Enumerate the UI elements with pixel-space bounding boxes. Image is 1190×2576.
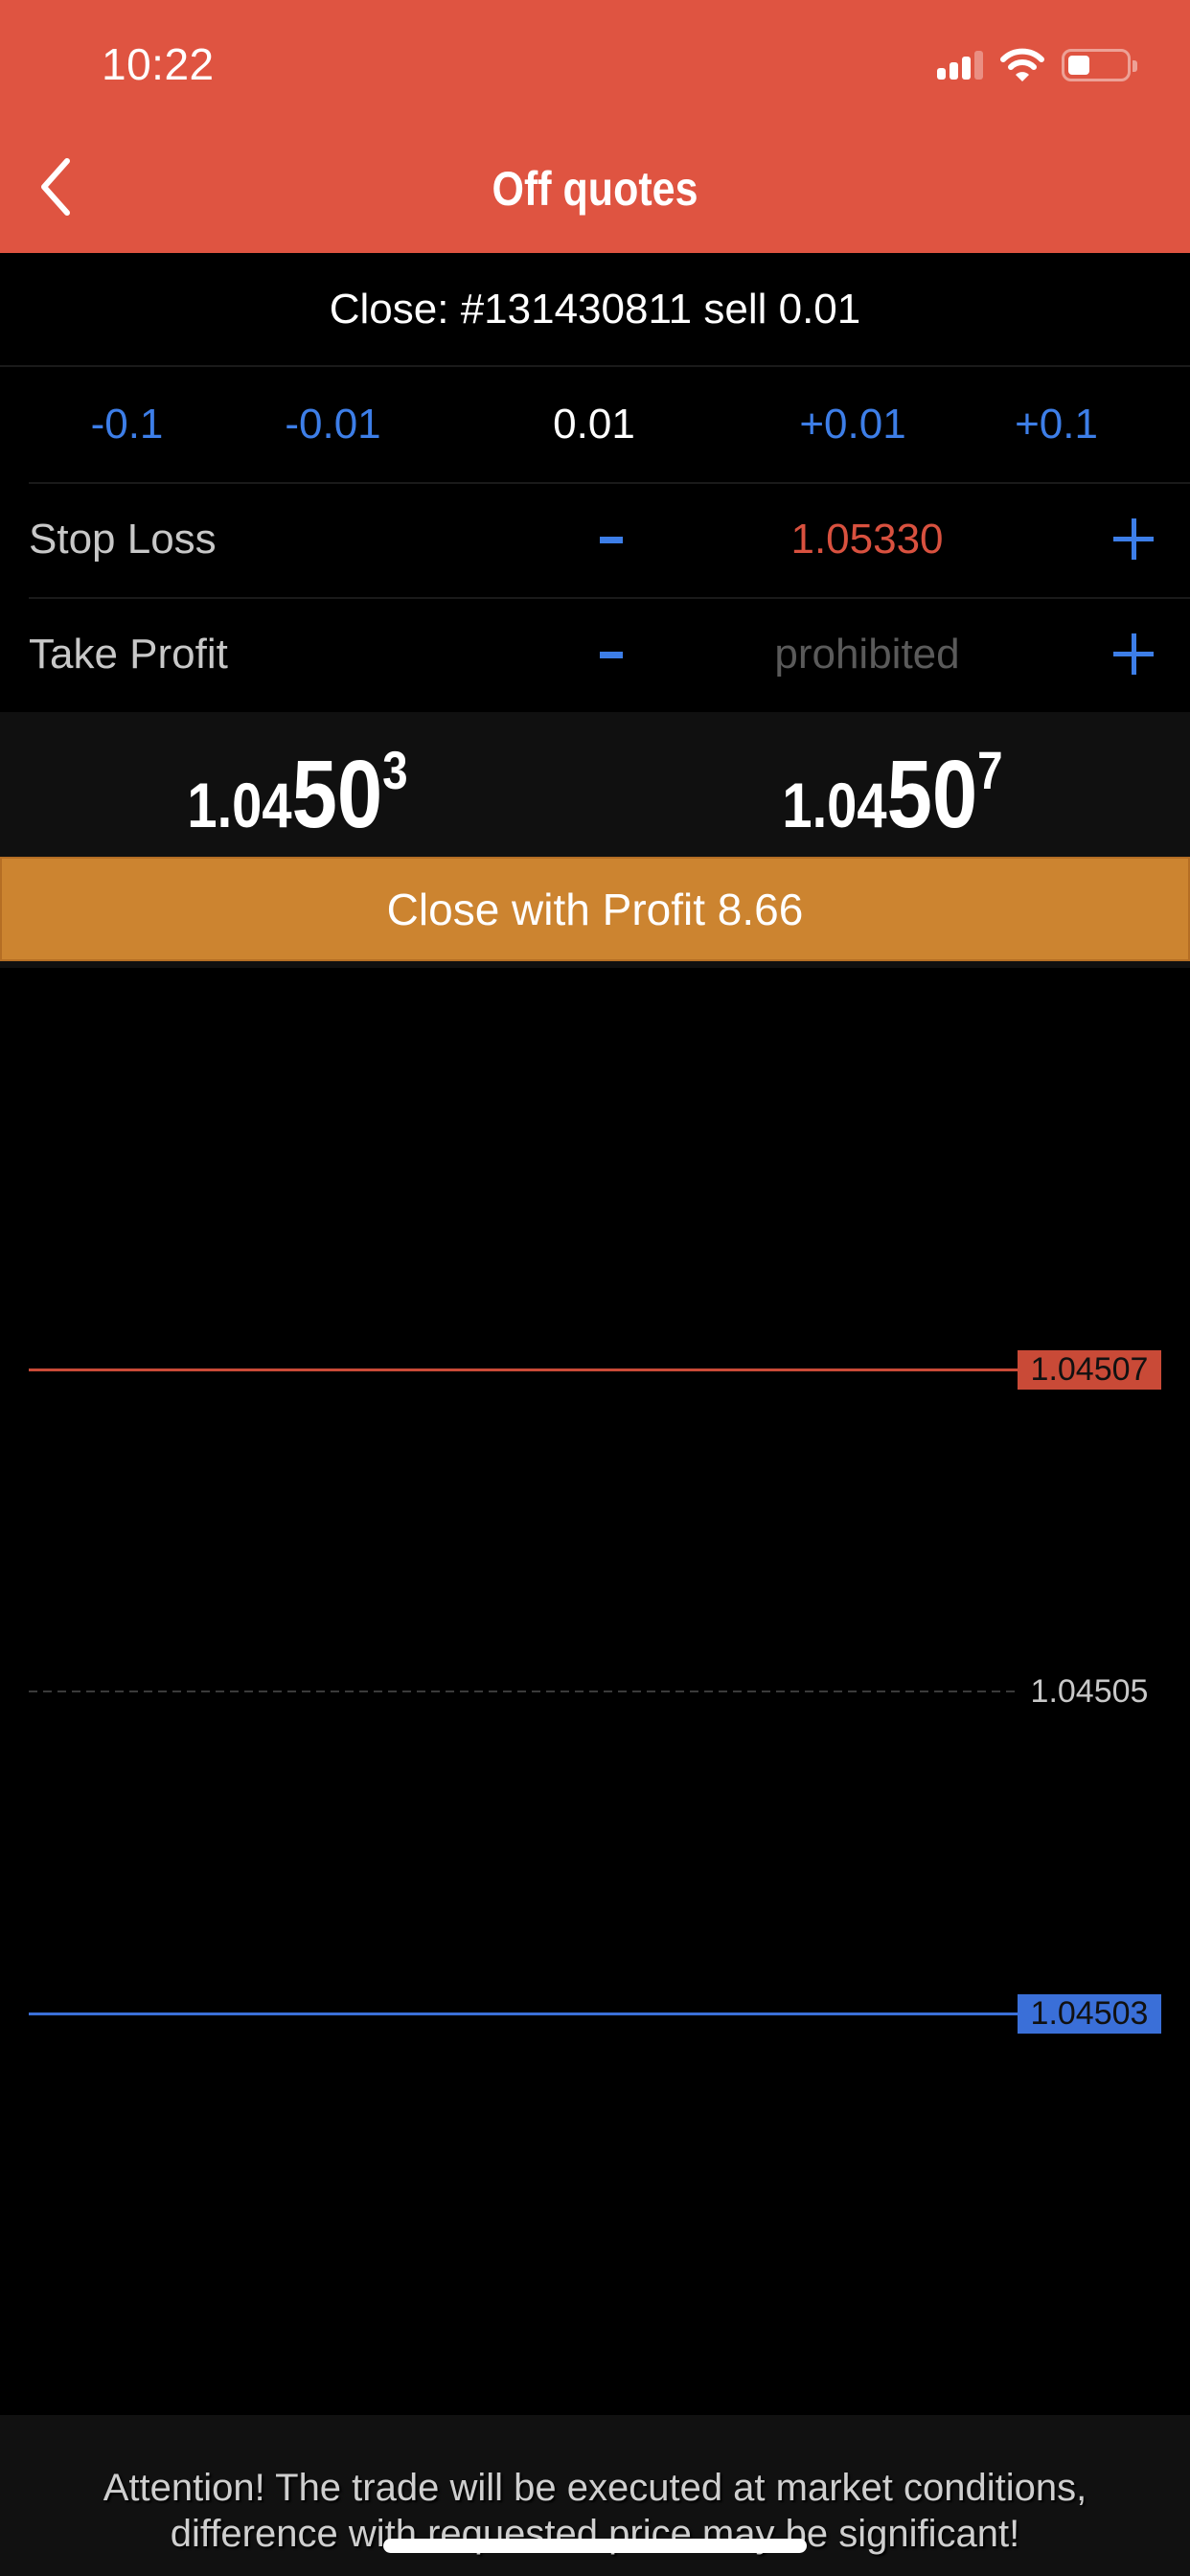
status-icons [937,46,1137,84]
attention-line-1: Attention! The trade will be executed at… [103,2467,1087,2509]
price-line-mid [29,1690,1016,1692]
back-button[interactable] [27,153,84,220]
stop-loss-minus-button[interactable] [584,511,642,568]
chevron-left-icon [41,158,70,216]
take-profit-label: Take Profit [29,631,228,678]
page-title: Off quotes [492,162,698,216]
price-label-bid: 1.04503 [1018,1993,1161,2034]
battery-icon [1062,49,1137,81]
take-profit-row: Take Profit prohibited [0,597,1190,712]
ask-price-prefix: 1.04 [782,770,887,840]
wifi-icon [1000,48,1044,81]
price-line-ask [29,1368,1018,1372]
price-line-bid [29,2012,1018,2015]
price-label-ask: 1.04507 [1018,1350,1161,1391]
volume-plus-0.1-button[interactable]: +0.1 [1001,367,1111,482]
volume-stepper: -0.1 -0.01 0.01 +0.01 +0.1 [0,367,1190,482]
price-level-chart: 1.04507 1.04505 1.04503 [0,968,1190,2415]
volume-plus-0.01-button[interactable]: +0.01 [781,367,925,482]
bid-price-pips: 50 [291,741,383,848]
take-profit-value[interactable]: prohibited [709,597,1025,712]
price-label-mid: 1.04505 [1030,1673,1149,1710]
ask-price-point: 7 [977,740,1003,800]
stop-loss-label: Stop Loss [29,516,217,563]
header-bar: 10:22 Off quotes [0,0,1190,253]
bid-price-prefix: 1.04 [187,770,292,840]
ask-price: 1.04507 [640,739,1146,850]
volume-value[interactable]: 0.01 [517,367,671,482]
bid-price-point: 3 [382,740,408,800]
status-time: 10:22 [102,39,215,89]
attention-panel: Attention! The trade will be executed at… [0,2415,1190,2576]
signal-icon [937,51,983,80]
volume-minus-0.1-button[interactable]: -0.1 [67,367,187,482]
bid-price: 1.04503 [45,739,551,850]
take-profit-minus-button[interactable] [584,626,642,683]
volume-minus-0.01-button[interactable]: -0.01 [263,367,402,482]
ask-price-pips: 50 [886,741,978,848]
home-indicator[interactable] [383,2539,807,2553]
stop-loss-plus-button[interactable] [1102,511,1169,568]
price-panel: 1.04503 1.04507 Close with Profit 8.66 [0,712,1190,968]
take-profit-plus-button[interactable] [1102,626,1169,683]
stop-loss-row: Stop Loss 1.05330 [0,482,1190,597]
stop-loss-value[interactable]: 1.05330 [709,482,1025,597]
close-with-profit-button[interactable]: Close with Profit 8.66 [0,857,1190,961]
order-close-title: Close: #131430811 sell 0.01 [0,253,1190,367]
